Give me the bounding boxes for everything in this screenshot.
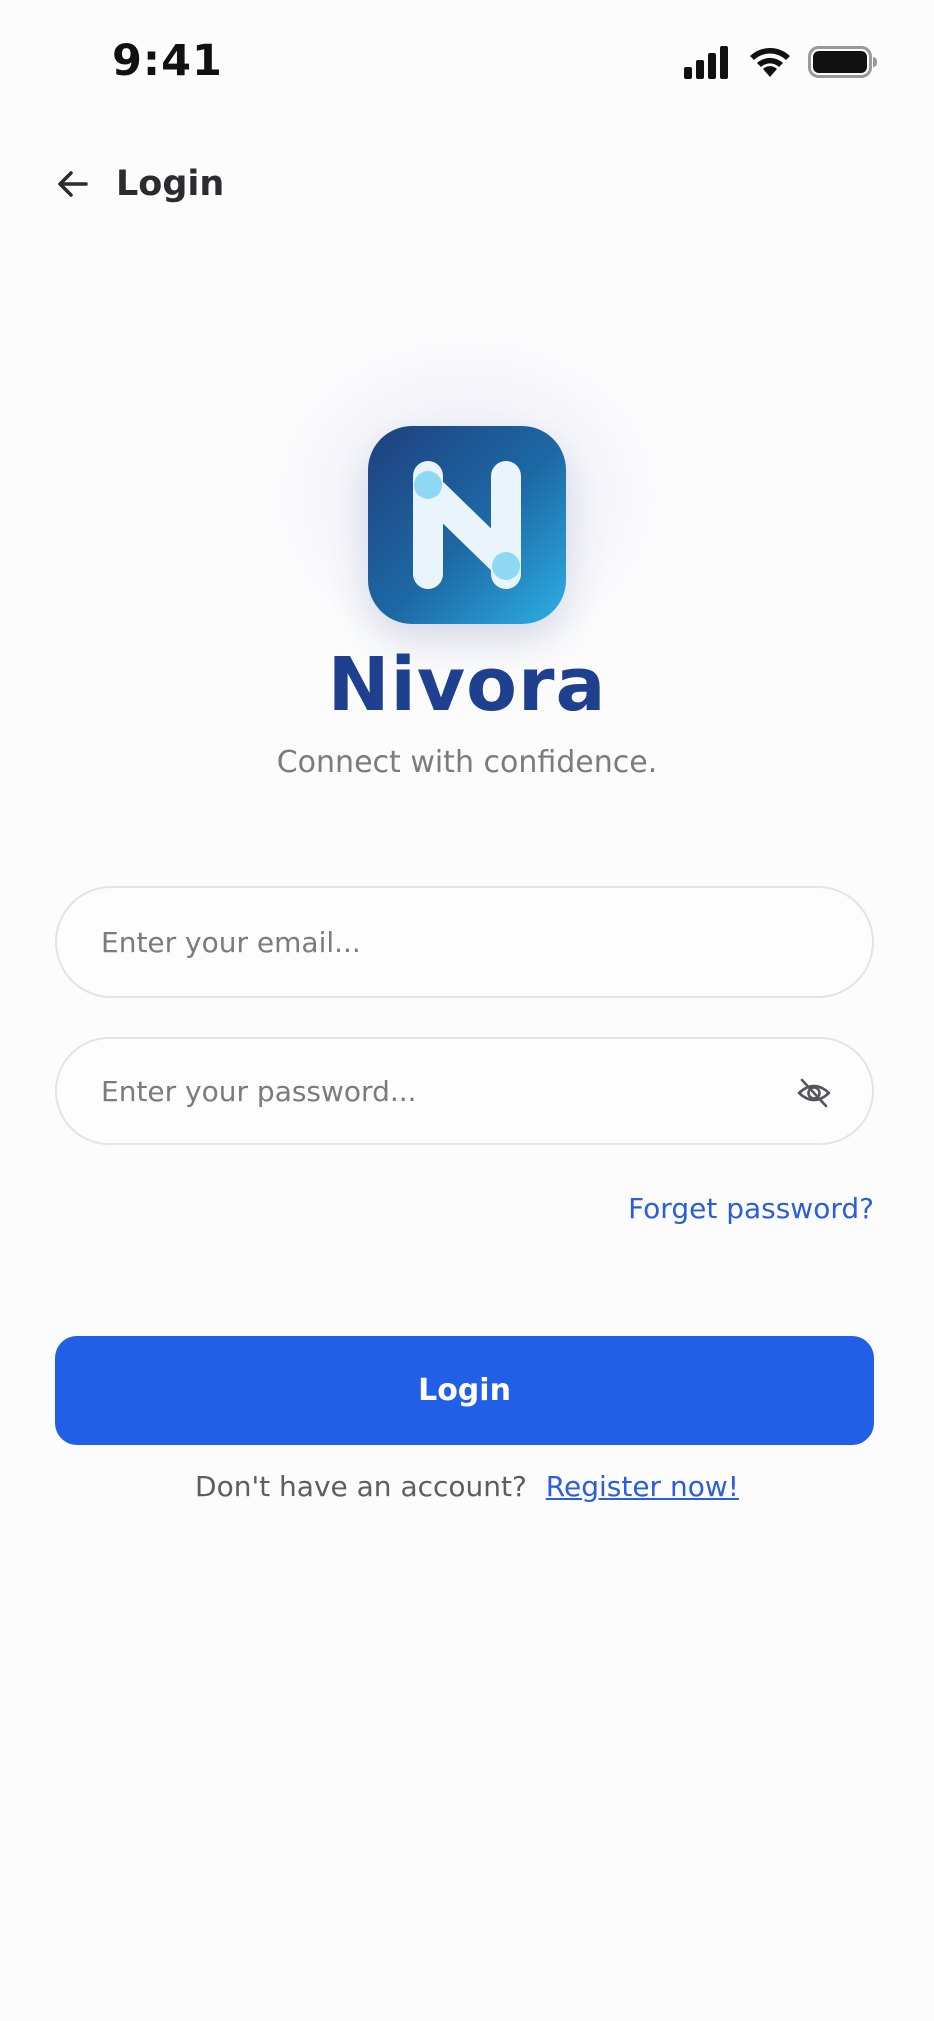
battery-icon	[808, 46, 877, 78]
login-screen: 9:41 Login Nivora Connect with confidenc…	[0, 0, 934, 2021]
page-title: Login	[116, 164, 225, 204]
status-icons	[682, 44, 878, 80]
register-prompt: Don't have an account?	[195, 1470, 527, 1503]
email-field-container	[55, 886, 874, 998]
password-field-container	[55, 1037, 874, 1145]
forgot-password-link[interactable]: Forget password?	[628, 1192, 874, 1225]
email-input[interactable]	[101, 888, 781, 996]
signal-icon	[684, 46, 728, 79]
register-row: Don't have an account? Register now!	[0, 1470, 934, 1503]
password-input[interactable]	[101, 1039, 781, 1143]
status-time: 9:41	[112, 36, 223, 86]
brand-name: Nivora	[327, 642, 607, 728]
nivora-logo-icon	[368, 426, 566, 624]
status-bar: 9:41	[0, 0, 934, 120]
eye-off-icon[interactable]	[796, 1075, 832, 1111]
register-link[interactable]: Register now!	[546, 1470, 739, 1503]
header: Login	[52, 154, 224, 214]
arrow-left-icon[interactable]	[52, 163, 94, 205]
brand-tagline: Connect with confidence.	[276, 745, 658, 780]
wifi-icon	[750, 48, 790, 77]
login-button[interactable]: Login	[55, 1336, 874, 1445]
